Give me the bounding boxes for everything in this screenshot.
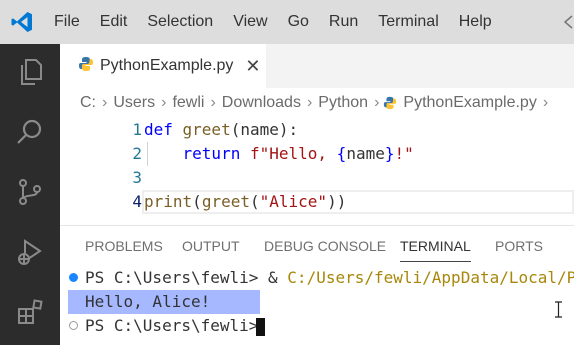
- code-token: print: [144, 192, 193, 211]
- terminal-cursor: [256, 318, 265, 336]
- python-file-icon: [383, 96, 397, 110]
- code-line: 4 print(greet("Alice")): [60, 190, 574, 214]
- menu-run[interactable]: Run: [319, 0, 368, 44]
- code-token: (name):: [230, 120, 299, 139]
- code-token: "Alice": [259, 192, 328, 211]
- editor: PythonExample.py ✕ C: › Users › fewli › …: [60, 44, 574, 225]
- activity-bar: [0, 44, 60, 345]
- code-token: !": [394, 144, 414, 163]
- mouse-ibeam-cursor-icon: [554, 301, 563, 323]
- code-token: greet: [201, 192, 250, 211]
- python-file-icon: [78, 56, 94, 77]
- breadcrumb-drive[interactable]: C:: [60, 94, 98, 112]
- code-text: return f"Hello, {name}!": [144, 142, 414, 166]
- menu-file[interactable]: File: [44, 0, 90, 44]
- search-icon[interactable]: [0, 104, 60, 160]
- back-arrow-icon[interactable]: [562, 12, 574, 32]
- close-tab-icon[interactable]: ✕: [245, 56, 260, 77]
- menu-view[interactable]: View: [223, 0, 277, 44]
- tab-debug-console[interactable]: DEBUG CONSOLE: [264, 226, 386, 266]
- tab-problems[interactable]: PROBLEMS: [85, 226, 163, 266]
- line-number: 4: [132, 192, 142, 211]
- breadcrumb-separator: ›: [161, 94, 167, 111]
- menu-bar: File Edit Selection View Go Run Terminal…: [44, 0, 502, 44]
- terminal-output: Hello, Alice!: [85, 292, 211, 311]
- breadcrumb-downloads[interactable]: Downloads: [220, 94, 303, 112]
- terminal-line: PS C:\Users\fewli> & C:/Users/fewli/AppD…: [60, 266, 574, 290]
- vscode-logo-icon: [0, 0, 44, 44]
- breadcrumb: C: › Users › fewli › Downloads › Python …: [60, 88, 574, 118]
- extensions-icon[interactable]: [0, 284, 60, 340]
- breadcrumb-separator: ›: [542, 94, 549, 111]
- tab-terminal-label: TERMINAL: [400, 238, 471, 254]
- terminal[interactable]: PS C:\Users\fewli> & C:/Users/fewli/AppD…: [60, 266, 574, 346]
- code-text: print(greet("Alice")): [144, 190, 346, 214]
- code-line: 3: [60, 166, 574, 190]
- code-token: def: [144, 120, 183, 139]
- breadcrumb-separator: ›: [306, 94, 313, 111]
- menu-terminal[interactable]: Terminal: [368, 0, 448, 44]
- explorer-icon[interactable]: [0, 44, 60, 100]
- breadcrumb-separator: ›: [210, 94, 216, 111]
- tab-label: PythonExample.py: [100, 57, 234, 74]
- tab-output[interactable]: OUTPUT: [182, 226, 240, 266]
- tab-pythonexample[interactable]: PythonExample.py ✕: [60, 44, 266, 88]
- code-line: 1 def greet(name):: [60, 118, 574, 142]
- terminal-line: PS C:\Users\fewli>: [60, 314, 574, 338]
- command-success-icon[interactable]: [69, 273, 78, 282]
- menu-help[interactable]: Help: [449, 0, 502, 44]
- breadcrumb-python[interactable]: Python: [316, 94, 370, 112]
- run-debug-icon[interactable]: [0, 224, 60, 280]
- code-text: def greet(name):: [144, 118, 298, 142]
- code-token: (: [192, 192, 202, 211]
- terminal-text: PS C:\Users\fewli> & C:/Users/fewli/AppD…: [85, 268, 574, 287]
- code-area[interactable]: 1 def greet(name): 2 return f"Hello, {na…: [60, 118, 574, 218]
- breadcrumb-users[interactable]: Users: [111, 94, 157, 112]
- code-token: greet: [182, 120, 231, 139]
- code-token: (: [249, 192, 260, 211]
- menu-selection[interactable]: Selection: [137, 0, 223, 44]
- code-token: return: [182, 144, 250, 163]
- code-token: f"Hello,: [249, 144, 337, 163]
- tab-terminal[interactable]: TERMINAL: [400, 226, 471, 266]
- line-number: 1: [132, 120, 142, 139]
- line-number: 2: [132, 144, 142, 163]
- command-pending-icon: [69, 321, 78, 330]
- code-token: {: [336, 144, 347, 163]
- code-token: name: [346, 144, 385, 163]
- menu-edit[interactable]: Edit: [90, 0, 138, 44]
- terminal-line: Hello, Alice!: [60, 290, 574, 314]
- breadcrumb-fewli[interactable]: fewli: [170, 94, 206, 112]
- code-line: 2 return f"Hello, {name}!": [60, 142, 574, 166]
- breadcrumb-file[interactable]: PythonExample.py: [401, 94, 538, 112]
- code-token: )): [327, 192, 347, 211]
- terminal-prompt: PS C:\Users\fewli>: [85, 316, 259, 335]
- breadcrumb-separator: ›: [102, 94, 108, 111]
- title-bar: File Edit Selection View Go Run Terminal…: [0, 0, 574, 44]
- menu-go[interactable]: Go: [278, 0, 319, 44]
- bottom-panel: PROBLEMS OUTPUT DEBUG CONSOLE TERMINAL P…: [60, 225, 574, 346]
- active-tab-underline: [400, 261, 471, 262]
- source-control-icon[interactable]: [0, 164, 60, 220]
- panel-tabs: PROBLEMS OUTPUT DEBUG CONSOLE TERMINAL P…: [60, 226, 574, 266]
- editor-tabs: PythonExample.py ✕: [60, 44, 574, 88]
- breadcrumb-separator: ›: [374, 94, 380, 111]
- line-number: 3: [132, 168, 142, 187]
- tab-ports[interactable]: PORTS: [495, 226, 543, 266]
